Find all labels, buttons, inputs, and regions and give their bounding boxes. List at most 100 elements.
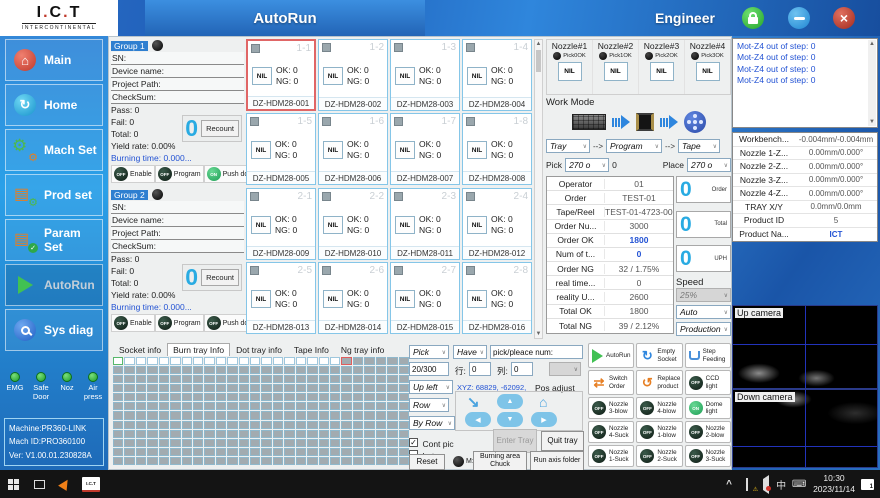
- tray-cell[interactable]: [296, 457, 306, 465]
- nozzle-nil-button[interactable]: NIL: [604, 62, 628, 81]
- tray-cell[interactable]: [284, 439, 294, 447]
- tray-cell[interactable]: [307, 457, 317, 465]
- nozzle-nil-button[interactable]: NIL: [650, 62, 674, 81]
- tray-cell[interactable]: [124, 439, 134, 447]
- cell-nil-button[interactable]: NIL: [323, 216, 343, 234]
- tray-cell[interactable]: [353, 411, 363, 419]
- tray-cell[interactable]: [307, 384, 317, 392]
- tray-cell[interactable]: [399, 357, 409, 365]
- tray-cell[interactable]: [261, 402, 271, 410]
- tray-cell[interactable]: [216, 357, 226, 365]
- tray-cell[interactable]: [319, 393, 329, 401]
- tray-cell[interactable]: [239, 402, 249, 410]
- tray-cell[interactable]: [296, 430, 306, 438]
- tray-cell[interactable]: [250, 411, 260, 419]
- tray-cell[interactable]: [273, 402, 283, 410]
- tray-cell[interactable]: [216, 439, 226, 447]
- tray-cell[interactable]: [341, 448, 351, 456]
- tray-cell[interactable]: [353, 366, 363, 374]
- tray-cell[interactable]: [261, 411, 271, 419]
- switch-order-button[interactable]: ⇄Switch Order: [588, 370, 634, 395]
- tray-cell[interactable]: [250, 457, 260, 465]
- tray-cell[interactable]: [387, 430, 397, 438]
- nozzle-3-suck-button[interactable]: OFFNozzle 3-Suck: [685, 445, 731, 467]
- tray-cell[interactable]: [216, 411, 226, 419]
- tray-cell[interactable]: [319, 457, 329, 465]
- dz-cell[interactable]: 2-1NILOK: 0NG: 0DZ-HDM28-009: [246, 188, 316, 260]
- tray-cell[interactable]: [159, 421, 169, 429]
- sidebar-item-param-set[interactable]: ▤✓Param Set: [5, 219, 103, 261]
- tray-cell[interactable]: [170, 430, 180, 438]
- tray-cell[interactable]: [113, 357, 123, 365]
- tray-cell[interactable]: [182, 439, 192, 447]
- dz-cell[interactable]: 1-7NILOK: 0NG: 0DZ-HDM28-007: [390, 113, 460, 185]
- tray-cell[interactable]: [227, 430, 237, 438]
- tray-cell[interactable]: [216, 421, 226, 429]
- cell-nil-button[interactable]: NIL: [467, 290, 487, 308]
- tray-cell[interactable]: [227, 393, 237, 401]
- tray-cell[interactable]: [113, 375, 123, 383]
- tray-cell[interactable]: [239, 439, 249, 447]
- tray-cell[interactable]: [387, 421, 397, 429]
- tray-cell[interactable]: [227, 366, 237, 374]
- tray-cell[interactable]: [273, 384, 283, 392]
- network-icon[interactable]: ⚠: [739, 479, 755, 490]
- volume-muted-icon[interactable]: [757, 479, 771, 490]
- tray-cell[interactable]: [307, 375, 317, 383]
- tray-cell[interactable]: [159, 402, 169, 410]
- tray-cell[interactable]: [147, 366, 157, 374]
- tray-cell[interactable]: [296, 366, 306, 374]
- tray-cell[interactable]: [193, 366, 203, 374]
- tray-cell[interactable]: [147, 439, 157, 447]
- tray-cell[interactable]: [364, 366, 374, 374]
- tray-cell[interactable]: [182, 430, 192, 438]
- tray-cell[interactable]: [319, 439, 329, 447]
- tray-chevron-icon[interactable]: ^: [721, 479, 737, 490]
- tray-cell[interactable]: [399, 384, 409, 392]
- tray-cell[interactable]: [147, 375, 157, 383]
- tray-cell[interactable]: [170, 439, 180, 447]
- tray-cell[interactable]: [341, 430, 351, 438]
- tray-cell[interactable]: [113, 411, 123, 419]
- tray-cell[interactable]: [261, 366, 271, 374]
- by-row-select[interactable]: By Row∨: [409, 416, 455, 430]
- tray-cell[interactable]: [307, 411, 317, 419]
- dz-cell[interactable]: 1-4NILOK: 0NG: 0DZ-HDM28-004: [462, 39, 532, 111]
- tray-cell[interactable]: [341, 357, 351, 365]
- tray-cell[interactable]: [364, 439, 374, 447]
- tray-cell[interactable]: [284, 421, 294, 429]
- tray-cell[interactable]: [261, 357, 271, 365]
- clock[interactable]: 10:30 2023/11/14: [813, 473, 855, 494]
- tray-cell[interactable]: [204, 430, 214, 438]
- tray-cell[interactable]: [341, 366, 351, 374]
- tray-cell[interactable]: [376, 375, 386, 383]
- pick-place-num-input[interactable]: [490, 345, 583, 359]
- tray-cell[interactable]: [170, 402, 180, 410]
- tray-cell[interactable]: [124, 375, 134, 383]
- tab-burn-tray-info[interactable]: Burn tray Info: [167, 343, 230, 356]
- tray-cell[interactable]: [250, 430, 260, 438]
- tray-cell[interactable]: [307, 402, 317, 410]
- start-button[interactable]: [0, 470, 26, 498]
- tray-cell[interactable]: [319, 421, 329, 429]
- tray-cell[interactable]: [124, 430, 134, 438]
- dz-cell[interactable]: 2-8NILOK: 0NG: 0DZ-HDM28-016: [462, 262, 532, 334]
- toggle-program[interactable]: OFFProgram: [155, 314, 204, 332]
- tray-cell[interactable]: [182, 375, 192, 383]
- tray-cell[interactable]: [147, 357, 157, 365]
- tray-cell[interactable]: [216, 375, 226, 383]
- tray-cell[interactable]: [170, 421, 180, 429]
- tray-cell[interactable]: [353, 384, 363, 392]
- tray-cell[interactable]: [136, 366, 146, 374]
- tray-cell[interactable]: [341, 439, 351, 447]
- tray-cell[interactable]: [353, 393, 363, 401]
- tray-cell[interactable]: [147, 393, 157, 401]
- quit-tray-button[interactable]: Quit tray: [541, 431, 584, 451]
- right-arrow-button[interactable]: ▶: [531, 412, 557, 427]
- tray-cell[interactable]: [124, 393, 134, 401]
- tray-cell[interactable]: [319, 430, 329, 438]
- empty-select[interactable]: ∨: [549, 362, 581, 376]
- cells-scrollbar[interactable]: ▲ ▼: [534, 39, 543, 339]
- toggle-enable[interactable]: OFFEnable: [111, 165, 155, 183]
- tray-cell[interactable]: [204, 366, 214, 374]
